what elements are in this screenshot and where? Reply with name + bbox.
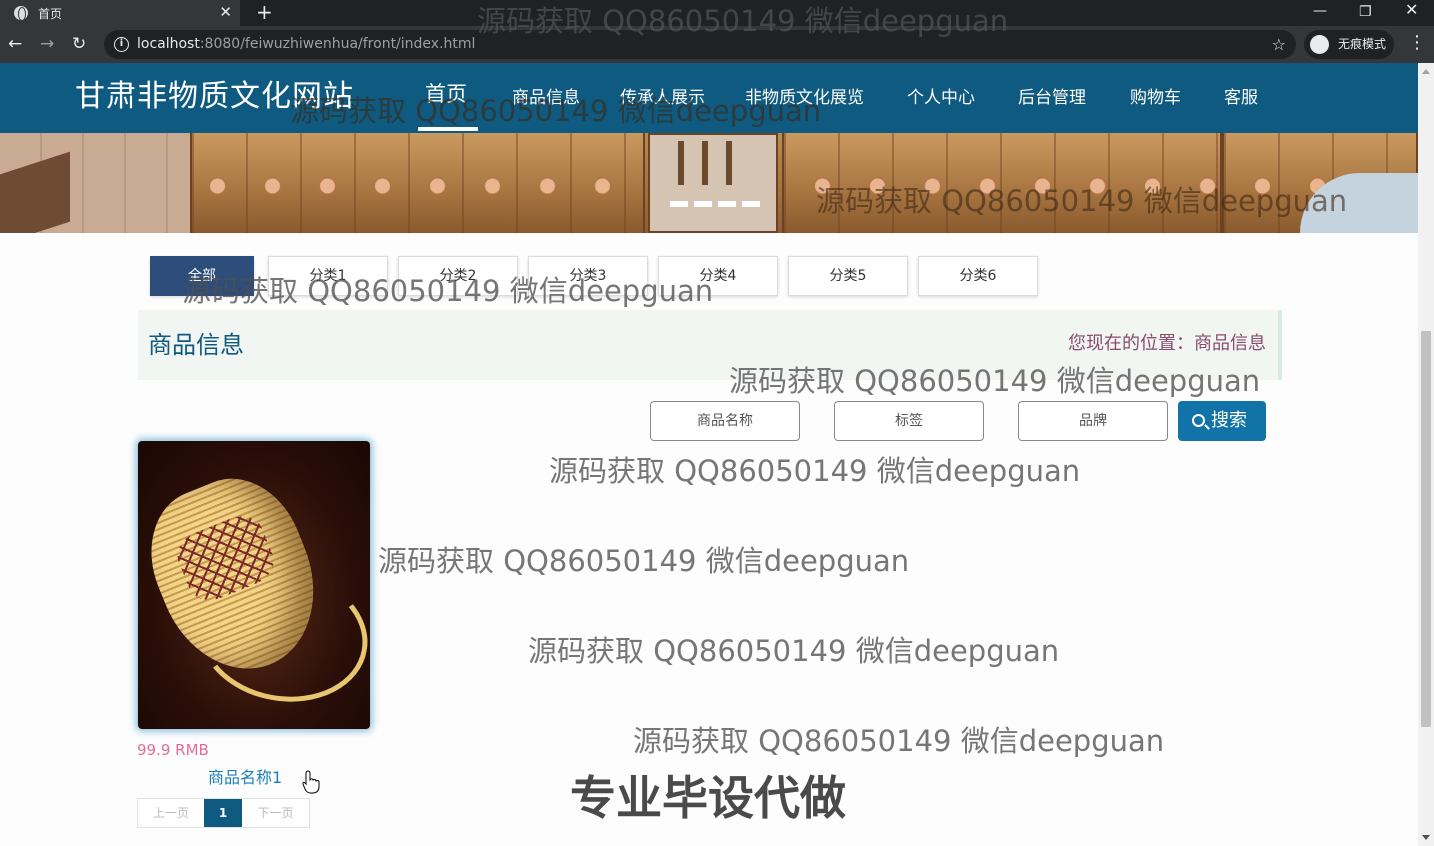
category-6-button[interactable]: 分类6 bbox=[918, 256, 1038, 296]
window-close-button[interactable]: ✕ bbox=[1405, 2, 1418, 18]
breadcrumb-bar: 商品信息 您现在的位置：商品信息 bbox=[138, 310, 1282, 380]
brand-input[interactable] bbox=[1018, 401, 1168, 441]
browser-tab-strip: 首页 ✕ + — ❐ ✕ bbox=[0, 0, 1434, 26]
scroll-down-arrow-icon[interactable] bbox=[1422, 835, 1430, 840]
bookmark-star-icon[interactable]: ☆ bbox=[1272, 30, 1286, 59]
window-restore-button[interactable]: ❐ bbox=[1359, 5, 1372, 19]
watermark: 源码获取 QQ86050149 微信deepguan bbox=[549, 454, 1081, 488]
category-1-button[interactable]: 分类1 bbox=[268, 256, 388, 296]
nav-home[interactable]: 首页 bbox=[425, 83, 467, 105]
product-name-link[interactable]: 商品名称1 bbox=[208, 768, 282, 788]
new-tab-button[interactable]: + bbox=[256, 0, 273, 24]
breadcrumb-current[interactable]: 商品信息 bbox=[1194, 333, 1266, 354]
nav-active-indicator bbox=[418, 127, 478, 131]
globe-icon bbox=[14, 6, 28, 21]
watermark: 源码获取 QQ86050149 微信deepguan bbox=[633, 724, 1165, 758]
hero-banner bbox=[0, 133, 1418, 233]
tag-input[interactable] bbox=[834, 401, 984, 441]
product-price: 99.9 RMB bbox=[137, 741, 209, 759]
breadcrumb: 您现在的位置：商品信息 bbox=[1068, 332, 1266, 356]
site-header: 甘肃非物质文化网站 首页 商品信息 传承人展示 非物质文化展览 个人中心 后台管… bbox=[0, 63, 1418, 133]
address-bar[interactable]: i localhost:8080/feiwuzhiwenhua/front/in… bbox=[104, 30, 1296, 59]
incognito-badge[interactable]: 无痕模式 bbox=[1304, 30, 1394, 59]
back-icon[interactable]: ← bbox=[8, 34, 22, 54]
site-info-icon[interactable]: i bbox=[114, 37, 129, 52]
watermark: 源码获取 QQ86050149 微信deepguan bbox=[528, 634, 1060, 668]
window-minimize-button[interactable]: — bbox=[1313, 4, 1327, 18]
nav-exhibition[interactable]: 非物质文化展览 bbox=[745, 87, 864, 109]
category-3-button[interactable]: 分类3 bbox=[528, 256, 648, 296]
url-host: localhost bbox=[137, 36, 200, 52]
scroll-up-arrow-icon[interactable] bbox=[1422, 69, 1430, 74]
banner-slide-indicators[interactable] bbox=[670, 201, 760, 207]
url-path: :8080/feiwuzhiwenhua/front/index.html bbox=[199, 36, 476, 52]
category-all-button[interactable]: 全部 bbox=[150, 256, 254, 296]
tab-close-icon[interactable]: ✕ bbox=[219, 3, 232, 21]
search-button-label: 搜索 bbox=[1211, 410, 1247, 431]
nav-admin[interactable]: 后台管理 bbox=[1018, 87, 1086, 109]
incognito-label: 无痕模式 bbox=[1338, 37, 1387, 51]
watermark: 源码获取 QQ86050149 微信deepguan bbox=[378, 544, 910, 578]
nav-products[interactable]: 商品信息 bbox=[512, 87, 580, 109]
forward-icon[interactable]: → bbox=[40, 34, 54, 54]
incognito-icon bbox=[1310, 35, 1329, 54]
category-5-button[interactable]: 分类5 bbox=[788, 256, 908, 296]
reload-icon[interactable]: ↻ bbox=[72, 34, 86, 54]
next-page-button[interactable]: 下一页 bbox=[242, 799, 309, 827]
breadcrumb-prefix: 您现在的位置： bbox=[1068, 333, 1194, 354]
nav-cart[interactable]: 购物车 bbox=[1130, 87, 1181, 109]
product-name-input[interactable] bbox=[650, 401, 800, 441]
category-4-button[interactable]: 分类4 bbox=[658, 256, 778, 296]
browser-menu-icon[interactable]: ⋮ bbox=[1408, 34, 1426, 52]
prev-page-button[interactable]: 上一页 bbox=[138, 799, 204, 827]
nav-personal-center[interactable]: 个人中心 bbox=[907, 87, 975, 109]
scrollbar-thumb[interactable] bbox=[1421, 331, 1431, 727]
product-image[interactable] bbox=[138, 441, 370, 729]
promo-watermark: 专业毕设代做 bbox=[570, 771, 846, 825]
site-title: 甘肃非物质文化网站 bbox=[75, 79, 354, 114]
search-icon bbox=[1192, 414, 1205, 427]
tab-title: 首页 bbox=[38, 6, 63, 21]
browser-tab[interactable]: 首页 ✕ bbox=[0, 0, 240, 26]
category-2-button[interactable]: 分类2 bbox=[398, 256, 518, 296]
nav-customer-service[interactable]: 客服 bbox=[1224, 87, 1258, 109]
page-scrollbar[interactable] bbox=[1418, 63, 1434, 846]
hand-cursor-icon bbox=[302, 770, 320, 794]
page-1-button[interactable]: 1 bbox=[204, 799, 242, 827]
browser-toolbar: ← → ↻ i localhost:8080/feiwuzhiwenhua/fr… bbox=[0, 26, 1434, 63]
nav-inheritors[interactable]: 传承人展示 bbox=[620, 87, 705, 109]
search-button[interactable]: 搜索 bbox=[1178, 401, 1266, 441]
page-title: 商品信息 bbox=[148, 331, 244, 359]
pagination: 上一页 1 下一页 bbox=[137, 798, 310, 828]
